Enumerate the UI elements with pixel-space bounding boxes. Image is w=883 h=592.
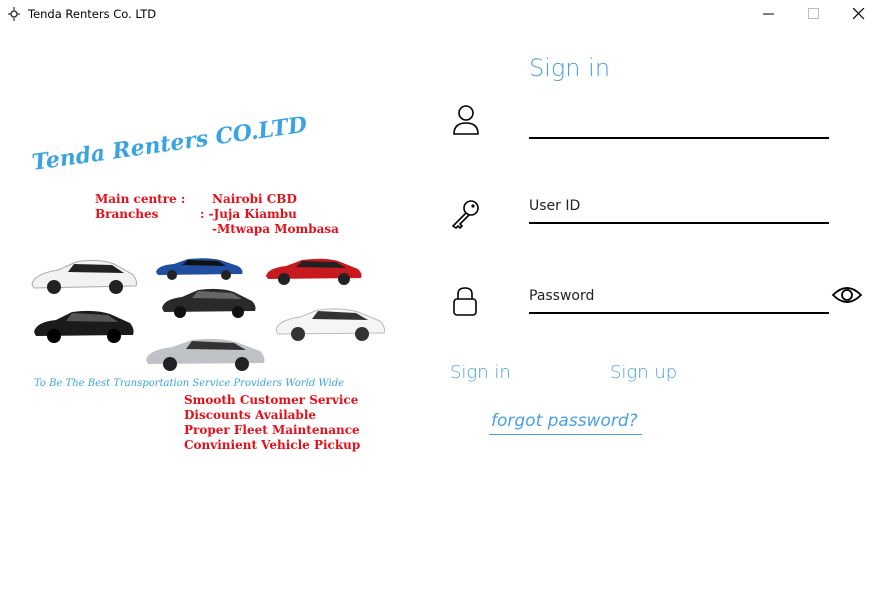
banner-features: Smooth Customer Service Discounts Availa… bbox=[184, 393, 360, 453]
banner-branch-2: -Mtwapa Mombasa bbox=[212, 222, 339, 236]
signup-button[interactable]: Sign up bbox=[610, 362, 677, 383]
car-image bbox=[266, 258, 362, 285]
minimize-button[interactable] bbox=[746, 0, 792, 28]
car-image bbox=[34, 310, 134, 343]
banner-main-centre-label: Main centre : bbox=[95, 192, 186, 206]
feature-item: Smooth Customer Service bbox=[184, 393, 359, 407]
banner-branches-label: Branches bbox=[95, 207, 159, 221]
banner-main-centre-value: Nairobi CBD bbox=[212, 192, 297, 206]
car-image bbox=[31, 259, 137, 294]
car-image bbox=[275, 308, 385, 341]
signin-button[interactable]: Sign in bbox=[450, 362, 511, 383]
username-field[interactable] bbox=[529, 107, 829, 139]
close-icon bbox=[853, 8, 865, 20]
user-icon bbox=[453, 105, 479, 135]
password-field[interactable]: Password bbox=[529, 282, 829, 314]
lock-icon bbox=[453, 287, 477, 316]
banner-branch-1: : -Juja Kiambu bbox=[200, 207, 297, 221]
minimize-icon bbox=[763, 13, 774, 15]
car-image bbox=[156, 258, 243, 280]
feature-item: Discounts Available bbox=[184, 408, 317, 422]
signin-heading: Sign in bbox=[529, 54, 611, 82]
window-title: Tenda Renters Co. LTD bbox=[28, 7, 157, 21]
banner-company-name: Tenda Renters CO.LTD bbox=[30, 111, 309, 176]
user-id-placeholder: User ID bbox=[529, 198, 581, 214]
password-placeholder: Password bbox=[529, 288, 595, 304]
app-icon bbox=[8, 7, 20, 21]
title-bar: Tenda Renters Co. LTD bbox=[0, 0, 883, 28]
banner-slogan: To Be The Best Transportation Service Pr… bbox=[34, 378, 345, 389]
car-image bbox=[146, 338, 265, 371]
close-button[interactable] bbox=[836, 0, 882, 28]
user-id-field[interactable]: User ID bbox=[529, 192, 829, 224]
feature-item: Convinient Vehicle Pickup bbox=[184, 438, 361, 452]
eye-icon[interactable] bbox=[831, 284, 863, 306]
car-image bbox=[162, 288, 256, 318]
feature-item: Proper Fleet Maintenance bbox=[184, 423, 360, 437]
company-banner-image: Tenda Renters CO.LTD Main centre : Nairo… bbox=[22, 112, 400, 460]
forgot-password-link[interactable]: forgot password? bbox=[489, 411, 642, 435]
maximize-icon bbox=[808, 8, 819, 19]
maximize-button[interactable] bbox=[791, 0, 837, 28]
key-icon bbox=[451, 200, 479, 230]
